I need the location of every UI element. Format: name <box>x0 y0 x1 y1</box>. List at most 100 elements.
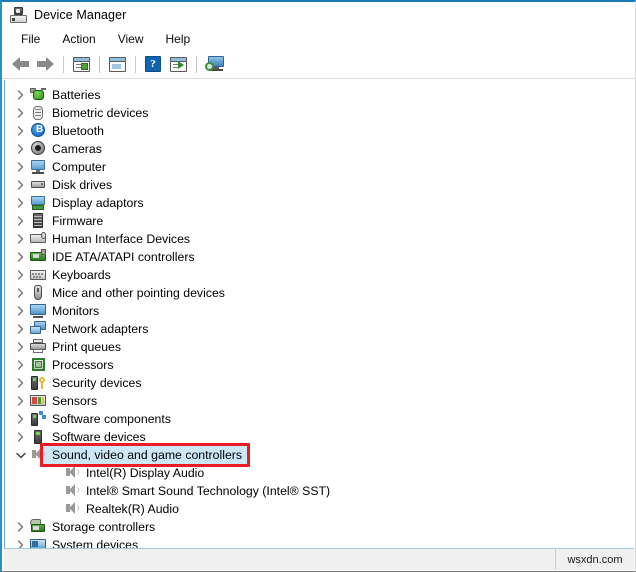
forward-button[interactable] <box>33 53 57 75</box>
back-button[interactable] <box>8 53 32 75</box>
tree-item[interactable]: Intel® Smart Sound Technology (Intel® SS… <box>5 482 634 500</box>
human-interface-icon <box>30 231 46 247</box>
tree-item-label: Monitors <box>52 304 100 318</box>
chevron-right-icon[interactable] <box>14 248 27 266</box>
update-driver-button[interactable] <box>166 53 190 75</box>
tree-item[interactable]: Processors <box>5 356 634 374</box>
chevron-right-icon[interactable] <box>14 428 27 446</box>
menu-item-view[interactable]: View <box>107 30 155 49</box>
tree-item-label: Bluetooth <box>52 124 104 138</box>
keyboard-icon <box>30 267 46 283</box>
menu-item-action[interactable]: Action <box>51 30 106 49</box>
tree-item-label: Batteries <box>52 88 101 102</box>
chevron-right-icon[interactable] <box>14 122 27 140</box>
tree-item[interactable]: Print queues <box>5 338 634 356</box>
chevron-right-icon[interactable] <box>14 338 27 356</box>
chevron-right-icon[interactable] <box>14 194 27 212</box>
tree-item-label: Software components <box>52 412 171 426</box>
computer-icon <box>30 159 46 175</box>
help-button[interactable]: ? <box>141 53 165 75</box>
tree-item-label: Storage controllers <box>52 520 156 534</box>
tree-item-label: Computer <box>52 160 106 174</box>
tree-item-label: Disk drives <box>52 178 113 192</box>
show-hide-console-tree-button[interactable] <box>105 53 129 75</box>
chevron-right-icon[interactable] <box>14 104 27 122</box>
tree-item[interactable]: Keyboards <box>5 266 634 284</box>
tree-item[interactable]: Disk drives <box>5 176 634 194</box>
scan-hardware-changes-button[interactable] <box>202 53 226 75</box>
tree-item[interactable]: B Bluetooth <box>5 122 634 140</box>
network-adapter-icon <box>30 321 46 337</box>
tree-item-label: Processors <box>52 358 114 372</box>
speaker-icon <box>64 501 80 517</box>
chevron-right-icon[interactable] <box>14 86 27 104</box>
tree-item[interactable]: Software components <box>5 410 634 428</box>
chevron-right-icon[interactable] <box>14 392 27 410</box>
monitor-icon <box>30 303 46 319</box>
tree-item-label: Biometric devices <box>52 106 149 120</box>
menu-item-help[interactable]: Help <box>155 30 202 49</box>
tree-item-label: Keyboards <box>52 268 111 282</box>
tree-item-label: Security devices <box>52 376 142 390</box>
chevron-right-icon[interactable] <box>14 284 27 302</box>
chevron-right-icon[interactable] <box>14 410 27 428</box>
speaker-icon <box>64 465 80 481</box>
chevron-right-icon[interactable] <box>14 518 27 536</box>
tree-item-label: Software devices <box>52 430 146 444</box>
tree-item[interactable]: Sound, video and game controllers <box>5 446 634 464</box>
tree-item[interactable]: IDE ATA/ATAPI controllers <box>5 248 634 266</box>
mouse-icon <box>30 285 46 301</box>
tree-item[interactable]: Firmware <box>5 212 634 230</box>
chevron-right-icon[interactable] <box>14 140 27 158</box>
tree-item[interactable]: Human Interface Devices <box>5 230 634 248</box>
tree-item-label: Print queues <box>52 340 122 354</box>
status-text <box>4 549 555 570</box>
tree-item-label: Cameras <box>52 142 102 156</box>
chevron-right-icon[interactable] <box>14 374 27 392</box>
tree-item[interactable]: Cameras <box>5 140 634 158</box>
tree-item[interactable]: Biometric devices <box>5 104 634 122</box>
tree-item[interactable]: Batteries <box>5 86 634 104</box>
device-manager-icon <box>10 6 27 24</box>
chevron-down-icon[interactable] <box>14 446 27 464</box>
disk-drive-icon <box>30 177 46 193</box>
tree-item[interactable]: Network adapters <box>5 320 634 338</box>
chevron-right-icon[interactable] <box>14 320 27 338</box>
chevron-right-icon[interactable] <box>14 302 27 320</box>
chevron-right-icon[interactable] <box>14 176 27 194</box>
properties-button[interactable] <box>69 53 93 75</box>
watermark: wsxdn.com <box>555 549 634 570</box>
tree-item-label: Mice and other pointing devices <box>52 286 225 300</box>
tree-item[interactable]: Storage controllers <box>5 518 634 536</box>
tree-item[interactable]: Display adaptors <box>5 194 634 212</box>
menu-item-file[interactable]: File <box>10 30 51 49</box>
chevron-right-icon[interactable] <box>14 356 27 374</box>
tree-item[interactable]: Monitors <box>5 302 634 320</box>
tree-item[interactable]: Software devices <box>5 428 634 446</box>
tree-item[interactable]: Computer <box>5 158 634 176</box>
chevron-right-icon[interactable] <box>14 266 27 284</box>
chevron-right-icon[interactable] <box>14 158 27 176</box>
speaker-icon <box>30 447 46 463</box>
chevron-right-icon[interactable] <box>14 230 27 248</box>
tree-item[interactable]: Intel(R) Display Audio <box>5 464 634 482</box>
device-tree-panel[interactable]: Batteries Biometric devices B Bluetooth Came… <box>4 80 634 550</box>
tree-item[interactable]: Sensors <box>5 392 634 410</box>
tree-item[interactable]: Realtek(R) Audio <box>5 500 634 518</box>
camera-icon <box>30 141 46 157</box>
software-component-icon <box>30 411 46 427</box>
toolbar: ? <box>2 50 635 79</box>
tree-item[interactable]: Security devices <box>5 374 634 392</box>
storage-controller-icon <box>30 519 46 535</box>
chevron-right-icon[interactable] <box>14 212 27 230</box>
scan-monitor-icon <box>204 56 224 72</box>
update-driver-icon <box>169 56 187 72</box>
toolbar-separator <box>63 55 64 73</box>
tree-item[interactable]: Mice and other pointing devices <box>5 284 634 302</box>
toolbar-separator <box>196 55 197 73</box>
security-device-icon <box>30 375 46 391</box>
device-tree: Batteries Biometric devices B Bluetooth Came… <box>5 80 634 550</box>
